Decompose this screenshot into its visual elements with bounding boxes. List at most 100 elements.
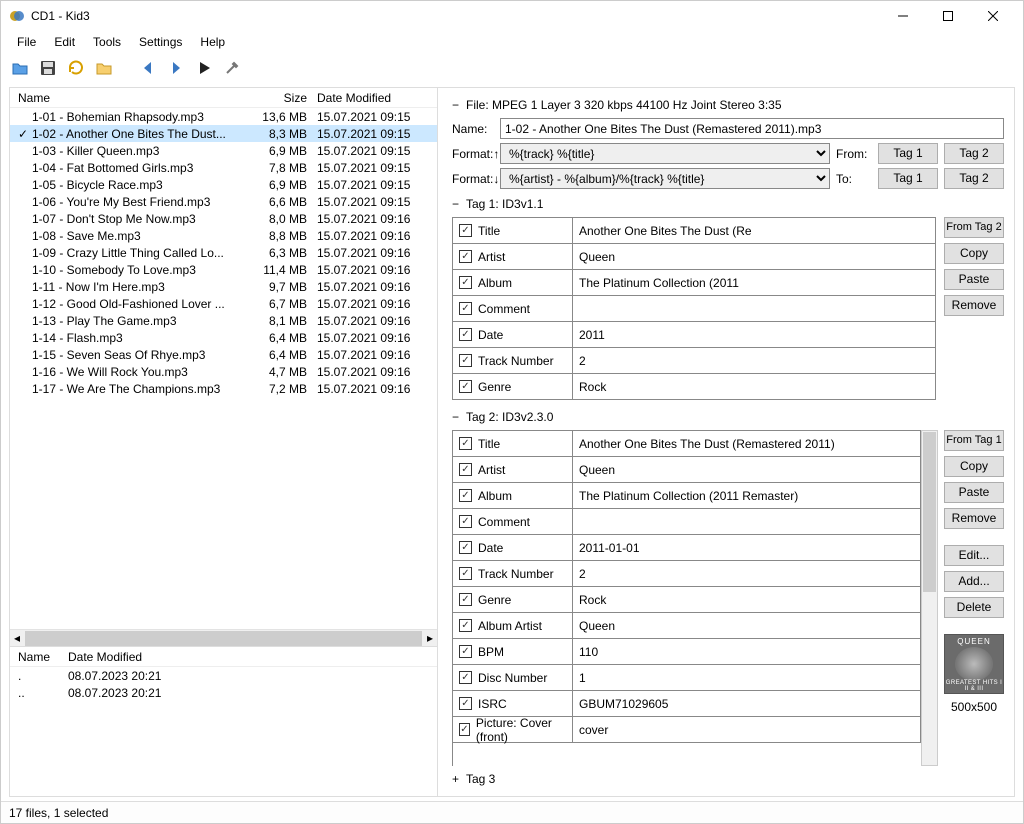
tag-value[interactable]: Queen bbox=[573, 457, 921, 482]
checkbox[interactable]: ✓ bbox=[459, 302, 472, 315]
tag-row[interactable]: ✓Comment bbox=[453, 509, 921, 535]
tag-value[interactable]: 2011 bbox=[573, 322, 936, 347]
tag-value[interactable]: The Platinum Collection (2011 bbox=[573, 270, 936, 295]
tag-row[interactable]: ✓BPM110 bbox=[453, 639, 921, 665]
file-row[interactable]: 1-03 - Killer Queen.mp36,9 MB15.07.2021 … bbox=[10, 142, 437, 159]
col-name[interactable]: Name bbox=[18, 91, 247, 105]
tag2-table[interactable]: ✓TitleAnother One Bites The Dust (Remast… bbox=[452, 430, 921, 766]
delete-button[interactable]: Delete bbox=[944, 597, 1004, 618]
tag3-section[interactable]: + Tag 3 bbox=[452, 770, 1004, 788]
file-row[interactable]: 1-09 - Crazy Little Thing Called Lo...6,… bbox=[10, 244, 437, 261]
file-row[interactable]: 1-07 - Don't Stop Me Now.mp38,0 MB15.07.… bbox=[10, 210, 437, 227]
format1-select[interactable]: %{track} %{title} bbox=[500, 143, 830, 164]
dir-row[interactable]: ..08.07.2023 20:21 bbox=[10, 684, 437, 701]
paste-button[interactable]: Paste bbox=[944, 269, 1004, 290]
checkbox[interactable]: ✓ bbox=[459, 380, 472, 393]
tag-row[interactable]: ✓Date2011-01-01 bbox=[453, 535, 921, 561]
v-scrollbar[interactable] bbox=[921, 430, 938, 766]
tag-value[interactable]: Rock bbox=[573, 587, 921, 612]
forward-icon[interactable] bbox=[165, 57, 187, 79]
checkbox[interactable]: ✓ bbox=[459, 593, 472, 606]
tag-value[interactable]: Another One Bites The Dust (Re bbox=[573, 218, 936, 243]
tag-value[interactable]: 1 bbox=[573, 665, 921, 690]
file-row[interactable]: 1-05 - Bicycle Race.mp36,9 MB15.07.2021 … bbox=[10, 176, 437, 193]
to-tag2-button[interactable]: Tag 2 bbox=[944, 168, 1004, 189]
tag-value[interactable] bbox=[573, 296, 936, 321]
tag-value[interactable]: The Platinum Collection (2011 Remaster) bbox=[573, 483, 921, 508]
cover-art[interactable]: QUEEN GREATEST HITS I II & III bbox=[944, 634, 1004, 694]
revert-icon[interactable] bbox=[65, 57, 87, 79]
file-section[interactable]: − File: MPEG 1 Layer 3 320 kbps 44100 Hz… bbox=[452, 96, 1004, 114]
tag-value[interactable]: cover bbox=[573, 717, 921, 742]
checkbox[interactable]: ✓ bbox=[459, 276, 472, 289]
tag-row[interactable]: ✓GenreRock bbox=[453, 374, 936, 400]
play-icon[interactable] bbox=[193, 57, 215, 79]
file-row[interactable]: 1-10 - Somebody To Love.mp311,4 MB15.07.… bbox=[10, 261, 437, 278]
file-row[interactable]: 1-06 - You're My Best Friend.mp36,6 MB15… bbox=[10, 193, 437, 210]
name-input[interactable] bbox=[500, 118, 1004, 139]
file-row[interactable]: 1-16 - We Will Rock You.mp34,7 MB15.07.2… bbox=[10, 363, 437, 380]
save-icon[interactable] bbox=[37, 57, 59, 79]
checkbox[interactable]: ✓ bbox=[459, 250, 472, 263]
menu-file[interactable]: File bbox=[9, 33, 44, 51]
tag-row[interactable]: ✓Date2011 bbox=[453, 322, 936, 348]
tag-value[interactable]: Rock bbox=[573, 374, 936, 399]
file-row[interactable]: 1-14 - Flash.mp36,4 MB15.07.2021 09:16 bbox=[10, 329, 437, 346]
checkbox[interactable]: ✓ bbox=[459, 515, 472, 528]
tag-row[interactable]: ✓Track Number2 bbox=[453, 561, 921, 587]
tag-value[interactable]: Queen bbox=[573, 244, 936, 269]
tag1-table[interactable]: ✓TitleAnother One Bites The Dust (Re✓Art… bbox=[452, 217, 936, 400]
menu-help[interactable]: Help bbox=[192, 33, 233, 51]
tag-value[interactable]: Another One Bites The Dust (Remastered 2… bbox=[573, 431, 921, 456]
file-row[interactable]: 1-13 - Play The Game.mp38,1 MB15.07.2021… bbox=[10, 312, 437, 329]
tag1-section[interactable]: − Tag 1: ID3v1.1 bbox=[452, 195, 1004, 213]
expand-icon[interactable]: + bbox=[452, 772, 466, 786]
tag-row[interactable]: ✓Track Number2 bbox=[453, 348, 936, 374]
copy-button[interactable]: Copy bbox=[944, 243, 1004, 264]
dir-col-name[interactable]: Name bbox=[18, 650, 68, 664]
checkbox[interactable]: ✓ bbox=[459, 463, 472, 476]
file-list[interactable]: Name Size Date Modified 1-01 - Bohemian … bbox=[10, 88, 437, 646]
tag-row[interactable]: ✓ISRCGBUM71029605 bbox=[453, 691, 921, 717]
open-folder-icon[interactable] bbox=[9, 57, 31, 79]
settings-icon[interactable] bbox=[221, 57, 243, 79]
remove-button[interactable]: Remove bbox=[944, 508, 1004, 529]
to-tag1-button[interactable]: Tag 1 bbox=[878, 168, 938, 189]
folder-icon[interactable] bbox=[93, 57, 115, 79]
menu-edit[interactable]: Edit bbox=[46, 33, 83, 51]
file-row[interactable]: 1-04 - Fat Bottomed Girls.mp37,8 MB15.07… bbox=[10, 159, 437, 176]
menu-tools[interactable]: Tools bbox=[85, 33, 129, 51]
checkbox[interactable]: ✓ bbox=[459, 671, 472, 684]
add-button[interactable]: Add... bbox=[944, 571, 1004, 592]
tag-row[interactable]: ✓ArtistQueen bbox=[453, 244, 936, 270]
dir-col-date[interactable]: Date Modified bbox=[68, 650, 437, 664]
dir-list[interactable]: Name Date Modified .08.07.2023 20:21..08… bbox=[10, 646, 437, 796]
from-tag1-button[interactable]: From Tag 1 bbox=[944, 430, 1004, 451]
checkbox[interactable]: ✓ bbox=[459, 328, 472, 341]
tag-row[interactable]: ✓Album ArtistQueen bbox=[453, 613, 921, 639]
checkbox[interactable]: ✓ bbox=[459, 489, 472, 502]
checkbox[interactable]: ✓ bbox=[459, 354, 472, 367]
checkbox[interactable]: ✓ bbox=[459, 437, 472, 450]
collapse-icon[interactable]: − bbox=[452, 197, 466, 211]
file-row[interactable]: 1-12 - Good Old-Fashioned Lover ...6,7 M… bbox=[10, 295, 437, 312]
file-row[interactable]: 1-17 - We Are The Champions.mp37,2 MB15.… bbox=[10, 380, 437, 397]
remove-button[interactable]: Remove bbox=[944, 295, 1004, 316]
col-size[interactable]: Size bbox=[247, 91, 317, 105]
checkbox[interactable]: ✓ bbox=[459, 224, 472, 237]
checkbox[interactable]: ✓ bbox=[459, 645, 472, 658]
tag-value[interactable]: Queen bbox=[573, 613, 921, 638]
tag-row[interactable]: ✓Comment bbox=[453, 296, 936, 322]
checkbox[interactable]: ✓ bbox=[459, 723, 470, 736]
close-button[interactable] bbox=[970, 2, 1015, 31]
maximize-button[interactable] bbox=[925, 2, 970, 31]
tag-value[interactable]: 110 bbox=[573, 639, 921, 664]
file-row[interactable]: 1-11 - Now I'm Here.mp39,7 MB15.07.2021 … bbox=[10, 278, 437, 295]
file-row[interactable]: 1-15 - Seven Seas Of Rhye.mp36,4 MB15.07… bbox=[10, 346, 437, 363]
checkbox[interactable]: ✓ bbox=[459, 567, 472, 580]
tag-row[interactable]: ✓TitleAnother One Bites The Dust (Re bbox=[453, 218, 936, 244]
from-tag2-button[interactable]: From Tag 2 bbox=[944, 217, 1004, 238]
tag-value[interactable] bbox=[573, 509, 921, 534]
dir-row[interactable]: .08.07.2023 20:21 bbox=[10, 667, 437, 684]
tag-row[interactable]: ✓Picture: Cover (front)cover bbox=[453, 717, 921, 743]
